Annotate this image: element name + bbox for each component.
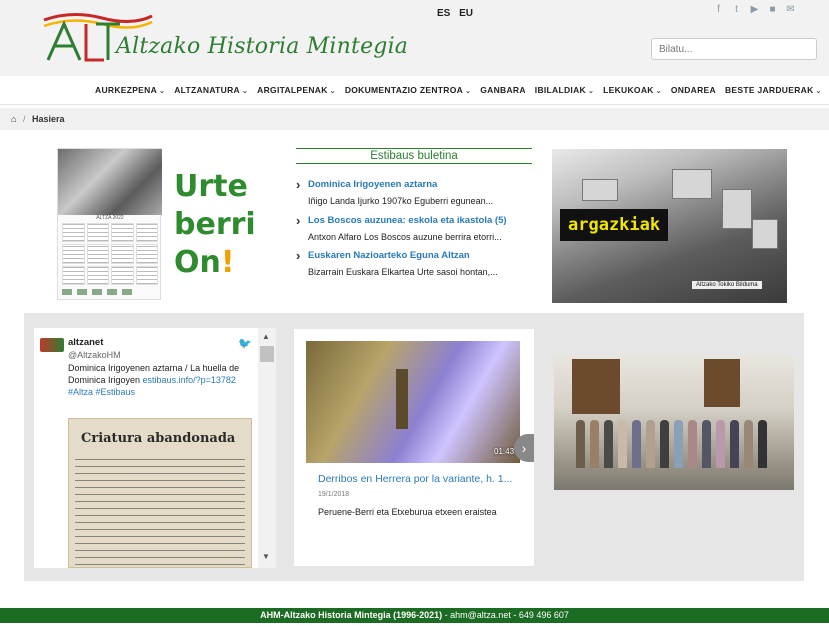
bulletin-item-title[interactable]: Euskaren Nazioarteko Eguna Altzan [296, 248, 536, 263]
calendar-banner[interactable]: ALTZA 2022 [57, 148, 162, 300]
site-footer: AHM-Altzako Historia Mintegia (1996-2021… [0, 608, 829, 623]
twitter-icon[interactable]: 🐦 [238, 337, 252, 350]
main-nav: AURKEZPENA ⌄ ALTZANATURA ⌄ ARGITALPENAK ⌄ D… [0, 76, 829, 105]
nav-item-ibilaldiak[interactable]: IBILALDIAK ⌄ [535, 85, 594, 95]
video-date: 19/1/2018 [318, 491, 350, 498]
video-description: Peruene-Berri eta Etxeburua etxeen erais… [318, 507, 497, 517]
nav-item-lekukoak[interactable]: LEKUKOAK ⌄ [603, 85, 662, 95]
video-thumbnail[interactable] [306, 341, 520, 463]
breadcrumb-separator: / [23, 114, 26, 124]
sponsor-logos [62, 289, 158, 297]
search-input[interactable] [651, 38, 817, 60]
argazkiak-banner[interactable]: argazkiak Altzako Tokiko Bilduma [552, 149, 787, 303]
social-links: f t ▶ ■ ✉ [713, 4, 796, 15]
bulletin-item-title[interactable]: Los Boscos auzunea: eskola eta ikastola … [296, 213, 536, 228]
nav-item-ganbara[interactable]: GANBARA [480, 85, 526, 95]
bulletin-item: Los Boscos auzunea: eskola eta ikastola … [296, 213, 536, 242]
scroll-down-icon[interactable]: ▼ [262, 552, 270, 561]
home-icon[interactable]: ⌂ [11, 114, 16, 124]
twitter-scrollbar[interactable]: ▲ ▼ [258, 328, 276, 568]
chevron-down-icon: ⌄ [465, 88, 472, 95]
calendar-photo-collage [58, 149, 162, 215]
youtube-icon[interactable]: ▶ [749, 4, 760, 15]
twitter-widget: altzanet @AltzakoHM 🐦 Dominica Irigoyene… [34, 328, 276, 568]
tweet-hashtags[interactable]: #Altza #Estibaus [68, 387, 135, 397]
facebook-icon[interactable]: f [713, 4, 724, 15]
new-year-greeting[interactable]: Urte berri On! [174, 168, 256, 282]
breadcrumb: ⌂ / Hasiera [0, 108, 829, 130]
lang-eu[interactable]: EU [459, 8, 473, 19]
twitter-icon[interactable]: t [731, 4, 742, 15]
video-title[interactable]: Derribos en Herrera por la variante, h. … [318, 473, 512, 485]
avatar[interactable] [40, 338, 64, 352]
lang-es[interactable]: ES [437, 8, 450, 19]
nav-item-argitalpenak[interactable]: ARGITALPENAK ⌄ [257, 85, 336, 95]
chevron-down-icon: ⌄ [587, 88, 595, 95]
logo-text: Altzako Historia Mintegia [116, 34, 409, 59]
bulletin-item-title[interactable]: Dominica Irigoyenen aztarna [296, 177, 536, 192]
language-switcher: ES EU [437, 8, 479, 19]
video-duration: 01:43 [494, 447, 515, 456]
chevron-down-icon: ⌄ [655, 88, 662, 95]
nav-item-altzanatura[interactable]: ALTZANATURA ⌄ [174, 85, 248, 95]
calendar-year: ALTZA 2022 [96, 215, 124, 221]
chevron-down-icon: ⌄ [159, 88, 166, 95]
chevron-down-icon: ⌄ [329, 88, 336, 95]
video-widget: 01:43 Derribos en Herrera por la variant… [294, 329, 534, 566]
bulletin-item-excerpt: Bizarrain Euskara Elkartea Urte sasoi ho… [308, 267, 498, 277]
scroll-up-icon[interactable]: ▲ [262, 332, 270, 341]
tweet-image[interactable]: Criatura abandonada [68, 418, 252, 568]
bulletin-item-excerpt: Iñigo Landa Ijurko 1907ko Eguberri egune… [308, 196, 494, 206]
scrollbar-thumb[interactable] [260, 346, 274, 362]
bulletin-item: Dominica Irigoyenen aztarna Iñigo Landa … [296, 177, 536, 206]
flickr-icon[interactable]: ■ [767, 4, 778, 15]
chevron-down-icon: ⌄ [241, 88, 249, 95]
calendar-grid [62, 223, 158, 285]
site-header: Altzako Historia Mintegia ES EU f t ▶ ■ … [0, 0, 829, 76]
footer-org: AHM-Altzako Historia Mintegia (1996-2021… [260, 610, 443, 620]
nav-item-aurkezpena[interactable]: AURKEZPENA ⌄ [95, 85, 165, 95]
breadcrumb-current: Hasiera [32, 114, 65, 124]
group-photo[interactable] [554, 355, 794, 490]
tweet-link[interactable]: estibaus.info/?p=13782 [143, 375, 236, 385]
email-icon[interactable]: ✉ [785, 4, 796, 15]
tweet-image-heading: Criatura abandonada [81, 431, 236, 446]
bulletin-item-excerpt: Antxon Alfaro Los Boscos auzune berrira … [308, 232, 502, 242]
chevron-down-icon: ⌄ [815, 88, 822, 95]
next-arrow-icon[interactable]: › [514, 434, 534, 462]
bulletin-title: Estibaus buletina [296, 148, 532, 164]
tweet-author-name[interactable]: altzanet [68, 337, 103, 348]
bulletin-item: Euskaren Nazioarteko Eguna Altzan Bizarr… [296, 248, 536, 277]
tweet-author-handle[interactable]: @AltzakoHM [68, 350, 121, 360]
nav-item-dokumentazio-zentroa[interactable]: DOKUMENTAZIO ZENTROA ⌄ [345, 85, 471, 95]
tweet-text: Dominica Irigoyenen aztarna / La huella … [68, 363, 240, 397]
argazkiak-caption: Altzako Tokiko Bilduma [692, 281, 762, 289]
argazkiak-label: argazkiak [560, 209, 669, 241]
nav-item-ondarea[interactable]: ONDAREA [671, 85, 716, 95]
nav-item-beste-jarduerak[interactable]: BESTE JARDUERAK ⌄ [725, 85, 822, 95]
footer-contact[interactable]: - ahm@altza.net - 649 496 607 [442, 610, 569, 620]
